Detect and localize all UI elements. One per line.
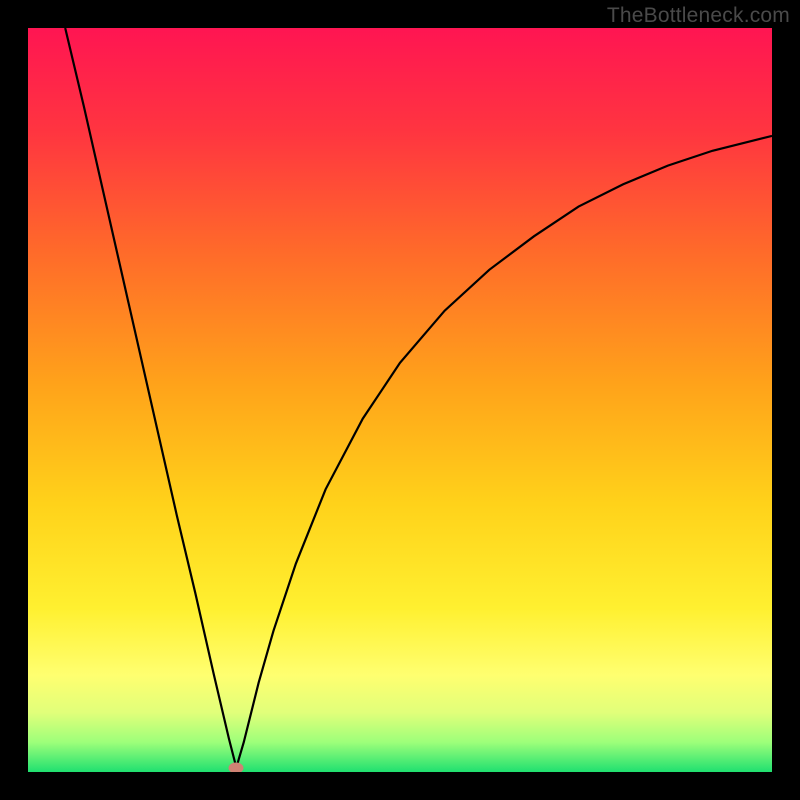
watermark-text: TheBottleneck.com <box>607 4 790 28</box>
optimum-marker <box>229 762 244 772</box>
plot-area <box>28 28 772 772</box>
bottleneck-curve <box>28 28 772 772</box>
chart-frame: TheBottleneck.com <box>0 0 800 800</box>
